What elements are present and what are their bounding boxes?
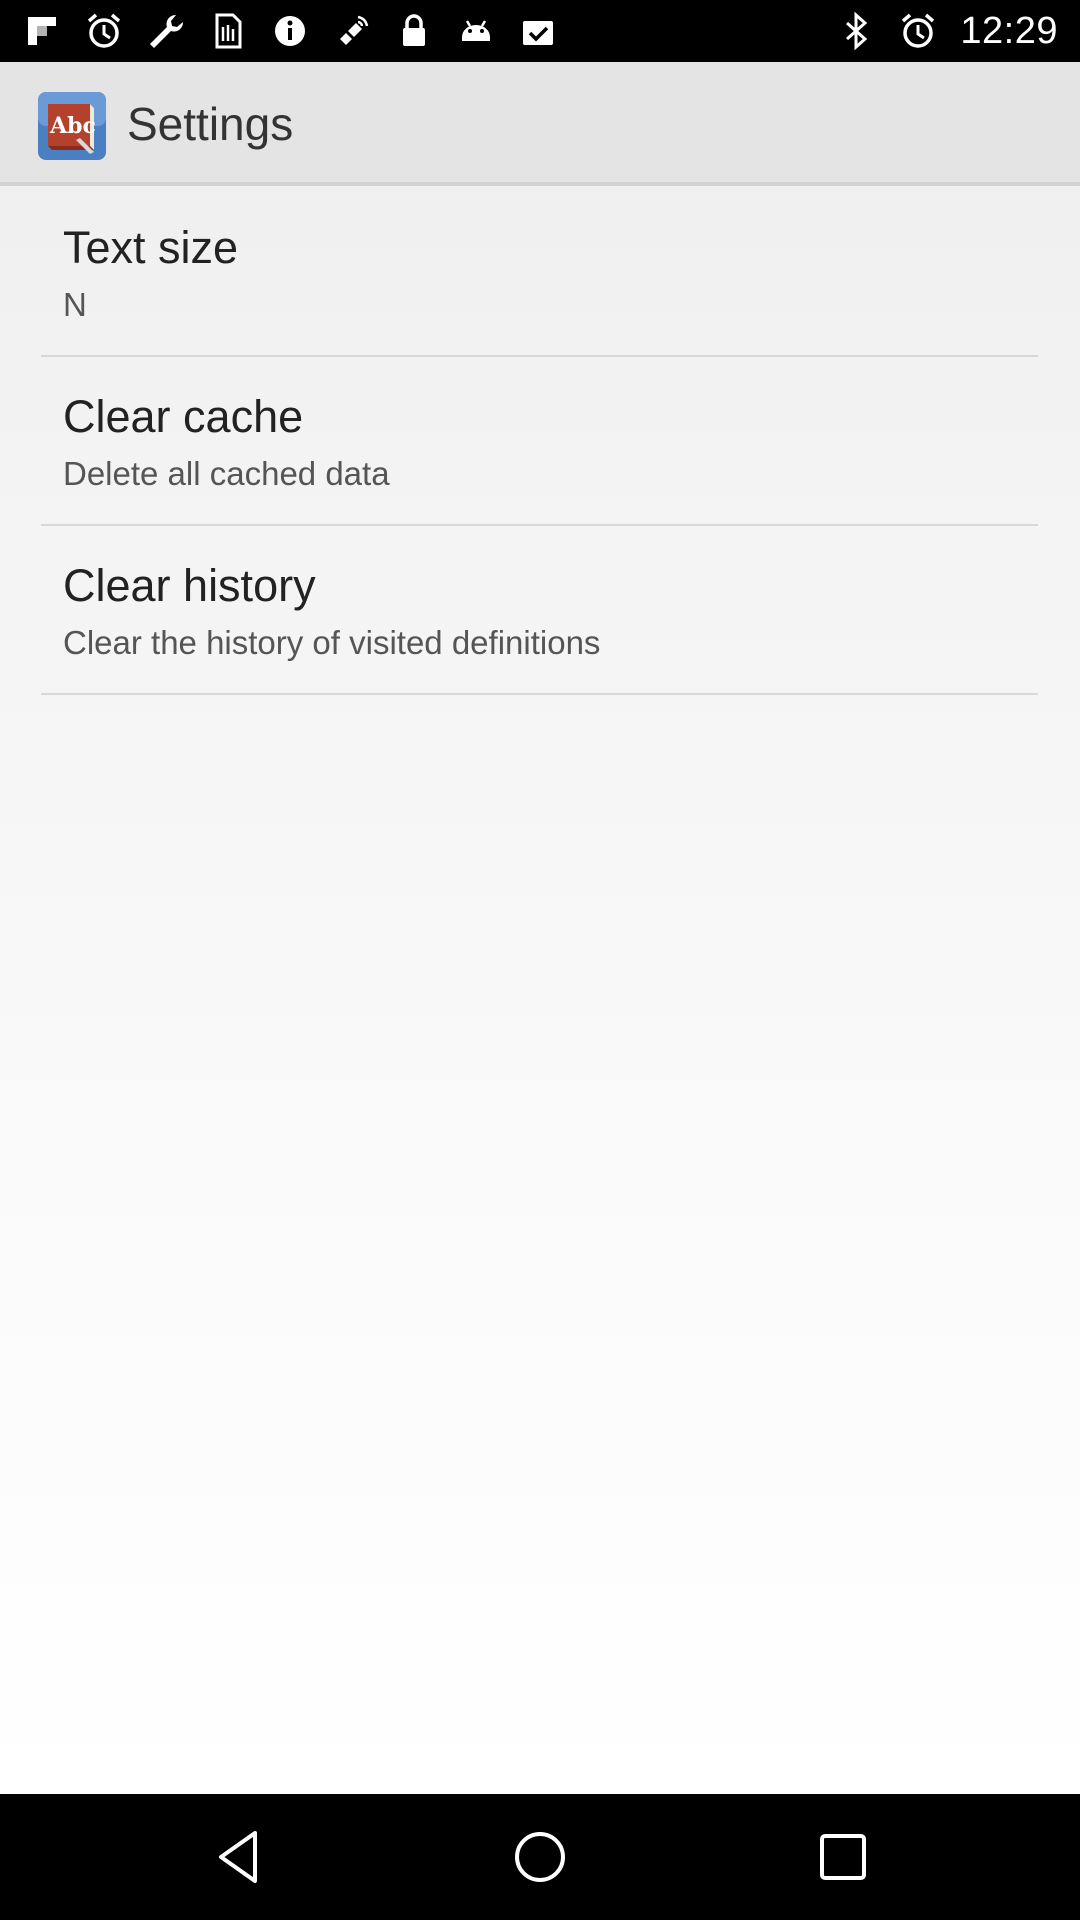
settings-list: Text size N Clear cache Delete all cache… <box>0 186 1080 1794</box>
system-status: 12:29 <box>836 0 1058 62</box>
flipboard-icon <box>22 11 62 51</box>
clear-history-preference[interactable]: Clear history Clear the history of visit… <box>0 524 1080 693</box>
preference-title: Clear history <box>63 560 316 611</box>
recents-icon[interactable] <box>809 1823 877 1891</box>
lock-icon <box>394 11 434 51</box>
alarm-icon <box>898 11 938 51</box>
clear-cache-preference[interactable]: Clear cache Delete all cached data <box>0 355 1080 524</box>
satellite-icon <box>332 11 372 51</box>
status-clock: 12:29 <box>960 9 1058 52</box>
alarm-clock-icon <box>84 11 124 51</box>
text-size-preference[interactable]: Text size N <box>0 186 1080 355</box>
back-icon[interactable] <box>205 1823 273 1891</box>
wrench-icon <box>146 11 186 51</box>
action-bar: Abc Settings <box>0 62 1080 186</box>
preference-title: Text size <box>63 222 239 273</box>
home-icon[interactable] <box>506 1823 574 1891</box>
bluetooth-icon <box>836 11 876 51</box>
preference-title: Clear cache <box>63 391 304 442</box>
calendar-check-icon <box>518 11 558 51</box>
preference-summary: N <box>63 286 87 323</box>
sim-card-icon <box>208 11 248 51</box>
dictionary-book-icon[interactable]: Abc <box>36 90 108 162</box>
navigation-bar <box>0 1794 1080 1920</box>
svg-text:Abc: Abc <box>49 113 96 139</box>
notification-icons <box>22 0 558 62</box>
preference-summary: Delete all cached data <box>63 455 390 492</box>
android-icon <box>456 11 496 51</box>
status-bar: 12:29 <box>0 0 1080 62</box>
preference-summary: Clear the history of visited definitions <box>63 624 601 661</box>
divider <box>41 693 1038 695</box>
page-title: Settings <box>127 98 294 150</box>
info-icon <box>270 11 310 51</box>
